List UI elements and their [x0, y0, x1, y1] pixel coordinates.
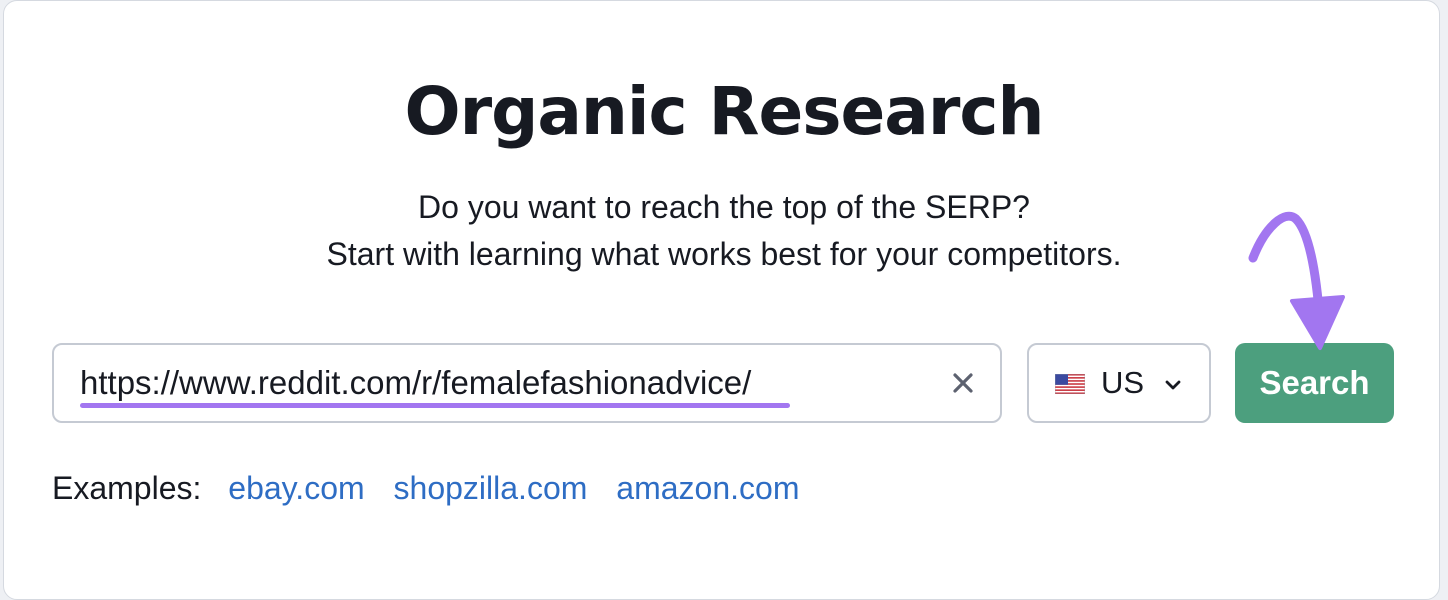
country-label: US — [1101, 365, 1145, 400]
domain-search-input[interactable]: https://www.reddit.com/r/femalefashionad… — [52, 343, 1002, 423]
example-link-shopzilla[interactable]: shopzilla.com — [394, 470, 588, 506]
example-link-ebay[interactable]: ebay.com — [228, 470, 364, 506]
page-title: Organic Research — [404, 73, 1045, 150]
country-select[interactable]: US — [1027, 343, 1211, 423]
subtitle-line-1: Do you want to reach the top of the SERP… — [418, 189, 1030, 225]
us-flag-icon — [1055, 374, 1085, 394]
highlight-underline — [80, 403, 790, 408]
examples-label: Examples: — [52, 470, 202, 506]
search-button[interactable]: Search — [1235, 343, 1394, 423]
subtitle-line-2: Start with learning what works best for … — [326, 236, 1122, 272]
chevron-down-icon — [1165, 380, 1181, 390]
close-icon[interactable] — [946, 366, 980, 400]
page-subtitle: Do you want to reach the top of the SERP… — [0, 184, 1448, 278]
search-input-value[interactable]: https://www.reddit.com/r/femalefashionad… — [80, 363, 751, 403]
example-link-amazon[interactable]: amazon.com — [616, 470, 799, 506]
examples-row: Examples: ebay.com shopzilla.com amazon.… — [52, 468, 819, 508]
